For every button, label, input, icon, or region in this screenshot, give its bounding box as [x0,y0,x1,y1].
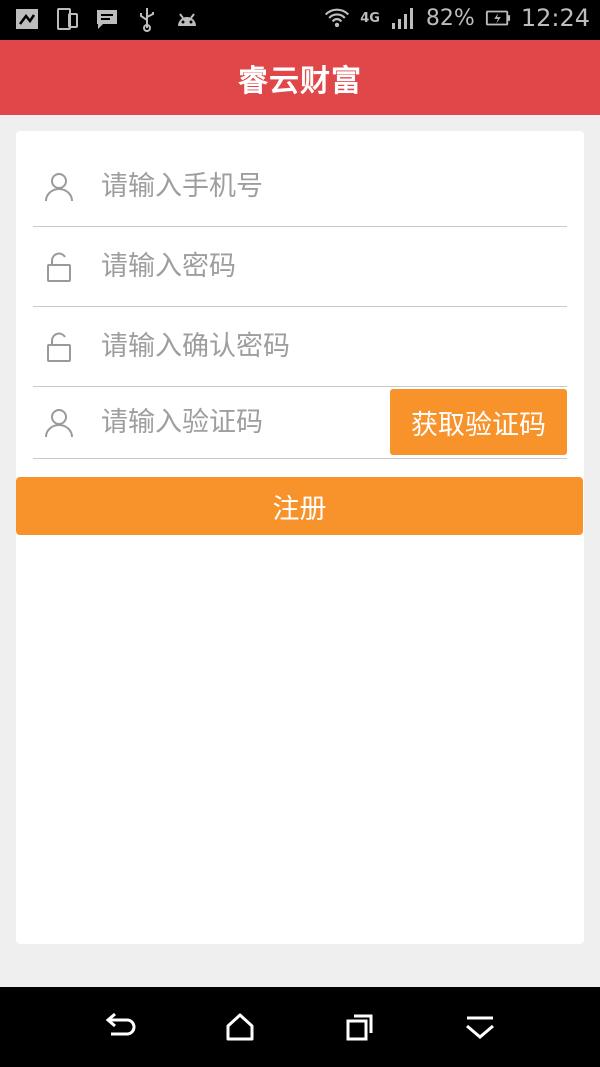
confirm-password-input[interactable] [101,307,401,386]
confirm-password-field-row [33,307,567,387]
user-icon [43,407,75,439]
register-button[interactable]: 注册 [16,477,583,535]
menu-down-icon[interactable] [456,1003,504,1051]
clock: 12:24 [520,4,590,32]
back-icon[interactable] [96,1003,144,1051]
page-title: 睿云财富 [238,63,362,99]
recents-icon[interactable] [336,1003,384,1051]
register-form-card: 获取验证码 [16,131,584,944]
message-icon [94,6,120,32]
user-icon [43,171,75,203]
get-verify-code-button[interactable]: 获取验证码 [390,389,567,455]
lock-icon [43,331,75,363]
battery-percent: 82% [425,5,475,31]
status-bar: 4G 82% 12:24 [0,0,600,40]
password-field-row [33,227,567,307]
wifi-icon [324,5,350,31]
password-input[interactable] [101,227,401,306]
verify-code-field-row: 获取验证码 [33,387,567,459]
navigation-bar [0,987,600,1067]
screenshot-icon [14,6,40,32]
battery-icon [485,5,511,31]
signal-icon [390,5,416,31]
android-icon [174,6,200,32]
device-icon [54,6,80,32]
home-icon[interactable] [216,1003,264,1051]
verify-code-input[interactable] [101,387,381,458]
app-bar: 睿云财富 [0,40,600,115]
network-type: 4G [360,10,380,26]
phone-input[interactable] [101,147,401,226]
lock-icon [43,251,75,283]
phone-field-row [33,147,567,227]
usb-icon [134,6,160,32]
